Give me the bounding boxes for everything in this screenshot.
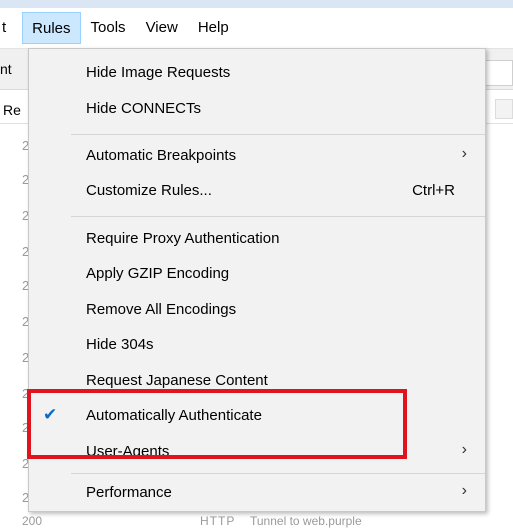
column-header-right-cell[interactable] xyxy=(495,99,513,119)
row-protocol: HTTP xyxy=(200,514,236,528)
toolbar-partial-left[interactable]: nt xyxy=(0,61,12,77)
menu-separator xyxy=(71,134,485,135)
menu-edit-partial[interactable]: t xyxy=(0,8,22,48)
menu-item-label: Automatically Authenticate xyxy=(86,407,262,424)
menu-item-hide-connects[interactable]: Hide CONNECTs xyxy=(29,91,485,127)
chevron-right-icon: › xyxy=(461,145,467,162)
session-row-bottom[interactable]: 200 HTTP Tunnel to web.purple xyxy=(0,512,513,531)
menu-item-user-agents[interactable]: User-Agents › xyxy=(29,434,485,470)
menu-item-label: Hide Image Requests xyxy=(86,64,231,81)
row-description: Tunnel to web.purple xyxy=(250,514,362,528)
menu-item-label: Performance xyxy=(86,484,172,501)
menu-item-label: Request Japanese Content xyxy=(86,372,268,389)
menu-item-require-proxy-authentication[interactable]: Require Proxy Authentication xyxy=(29,221,485,257)
menu-item-label: User-Agents xyxy=(86,443,170,460)
menu-help[interactable]: Help xyxy=(188,8,239,48)
menu-item-remove-all-encodings[interactable]: Remove All Encodings xyxy=(29,292,485,328)
menu-item-label: Require Proxy Authentication xyxy=(86,230,280,247)
menu-tools[interactable]: Tools xyxy=(81,8,136,48)
menu-view[interactable]: View xyxy=(136,8,188,48)
menu-separator xyxy=(71,216,485,217)
menu-item-label: Apply GZIP Encoding xyxy=(86,265,230,282)
menu-rules[interactable]: Rules xyxy=(22,12,81,44)
chevron-right-icon: › xyxy=(461,482,467,499)
menu-item-request-japanese-content[interactable]: Request Japanese Content xyxy=(29,363,485,399)
menu-bar: t Rules Tools View Help xyxy=(0,8,513,49)
menu-item-label: Hide 304s xyxy=(86,336,154,353)
menu-item-performance[interactable]: Performance › xyxy=(29,475,485,511)
menu-item-hide-image-requests[interactable]: Hide Image Requests xyxy=(29,55,485,91)
menu-item-label: Automatic Breakpoints xyxy=(86,147,237,164)
menu-item-shortcut: Ctrl+R xyxy=(412,182,455,199)
chevron-right-icon: › xyxy=(461,441,467,458)
menu-separator xyxy=(71,473,485,474)
row-result: 200 xyxy=(22,514,43,528)
menu-item-label: Customize Rules... xyxy=(86,182,212,199)
menu-item-label: Hide CONNECTs xyxy=(86,100,202,117)
menu-item-apply-gzip-encoding[interactable]: Apply GZIP Encoding xyxy=(29,256,485,292)
menu-item-label: Remove All Encodings xyxy=(86,301,237,318)
rules-dropdown-menu: Hide Image Requests Hide CONNECTs Automa… xyxy=(28,48,486,512)
checkmark-icon: ✔ xyxy=(43,405,58,424)
menu-item-automatically-authenticate[interactable]: ✔ Automatically Authenticate xyxy=(29,398,485,434)
column-result-label[interactable]: Re xyxy=(3,102,21,118)
menu-item-hide-304s[interactable]: Hide 304s xyxy=(29,327,485,363)
title-bar-strip xyxy=(0,0,513,8)
menu-item-automatic-breakpoints[interactable]: Automatic Breakpoints › xyxy=(29,138,485,174)
menu-item-customize-rules[interactable]: Customize Rules... Ctrl+R xyxy=(29,173,485,209)
